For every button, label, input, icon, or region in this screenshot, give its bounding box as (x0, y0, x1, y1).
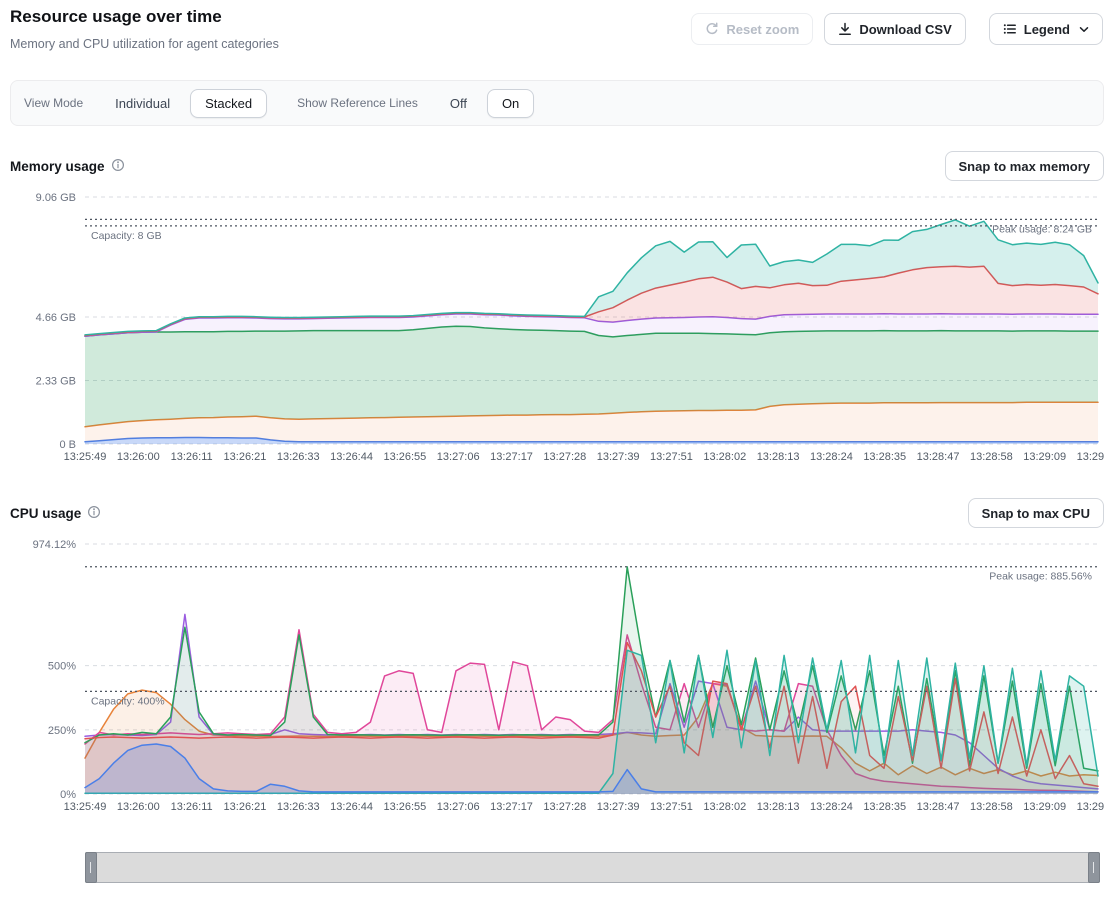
x-axis-tick-label: 13:28:47 (917, 801, 960, 813)
x-axis-tick-label: 13:27:06 (437, 451, 480, 463)
x-axis-tick-label: 13:27:17 (490, 451, 533, 463)
x-axis-tick-label: 13:28:58 (970, 451, 1013, 463)
y-axis-tick-label: 974.12% (33, 539, 77, 551)
snap-to-max-cpu-button[interactable]: Snap to max CPU (968, 498, 1104, 528)
brush-handle-right[interactable] (1088, 852, 1100, 883)
download-csv-button[interactable]: Download CSV (824, 13, 965, 45)
cpu-chart-svg: 0% 250% 500% 974.12% 13:25:49 13:26:00 13:26:1… (10, 533, 1104, 820)
x-axis-tick-label: 13:29:24 (1077, 801, 1104, 813)
memory-chart-svg: 0 B 2.33 GB 4.66 GB 9.06 GB 13:25:49 13:26:00… (10, 186, 1104, 470)
x-axis-tick-label: 13:25:49 (64, 801, 107, 813)
reference-line-label: Capacity: 8 GB (91, 230, 162, 242)
reference-lines-label: Show Reference Lines (297, 96, 418, 110)
x-axis-tick-label: 13:26:55 (383, 801, 426, 813)
view-mode-stacked-option[interactable]: Stacked (190, 89, 267, 118)
list-icon (1003, 22, 1017, 36)
x-axis-tick-label: 13:28:24 (810, 801, 853, 813)
x-axis-tick-label: 13:28:13 (757, 801, 800, 813)
page-subtitle: Memory and CPU utilization for agent cat… (10, 37, 279, 51)
reset-zoom-button[interactable]: Reset zoom (691, 13, 813, 45)
brush-handle-left[interactable] (85, 852, 97, 883)
snap-to-max-memory-button[interactable]: Snap to max memory (945, 151, 1105, 181)
x-axis-tick-label: 13:27:51 (650, 451, 693, 463)
chart-controls-bar: View Mode Individual Stacked Show Refere… (10, 80, 1104, 126)
x-axis-tick-label: 13:27:39 (597, 801, 640, 813)
reference-line-label: Peak usage: 885.56% (989, 571, 1092, 583)
y-axis-tick-label: 4.66 GB (36, 312, 76, 324)
refresh-icon (705, 22, 719, 36)
x-axis-tick-label: 13:28:47 (917, 451, 960, 463)
info-icon[interactable] (87, 505, 101, 522)
x-axis-tick-label: 13:29:09 (1023, 801, 1066, 813)
x-axis-tick-label: 13:28:13 (757, 451, 800, 463)
x-axis-tick-label: 13:27:28 (543, 801, 586, 813)
x-axis-tick-label: 13:26:33 (277, 451, 320, 463)
cpu-usage-chart[interactable]: 0% 250% 500% 974.12% 13:25:49 13:26:00 13:26:1… (10, 533, 1104, 820)
x-axis-tick-label: 13:25:49 (64, 451, 107, 463)
x-axis-tick-label: 13:26:11 (171, 451, 213, 463)
x-axis-tick-label: 13:27:06 (437, 801, 480, 813)
time-range-brush[interactable] (85, 852, 1100, 883)
x-axis-tick-label: 13:26:11 (171, 801, 213, 813)
memory-usage-chart[interactable]: 0 B 2.33 GB 4.66 GB 9.06 GB 13:25:49 13:26:00… (10, 186, 1104, 470)
chevron-down-icon (1079, 26, 1089, 33)
header-actions: Reset zoom Download CSV Legend (691, 13, 1103, 45)
x-axis-tick-label: 13:27:17 (490, 801, 533, 813)
legend-button[interactable]: Legend (989, 13, 1103, 45)
x-axis-tick-label: 13:26:55 (383, 451, 426, 463)
x-axis-tick-label: 13:26:21 (224, 801, 267, 813)
x-axis-tick-label: 13:29:24 (1077, 451, 1104, 463)
reference-lines-off-option[interactable]: Off (444, 92, 473, 115)
x-axis-tick-label: 13:28:58 (970, 801, 1013, 813)
x-axis-tick-label: 13:26:33 (277, 801, 320, 813)
x-axis-tick-label: 13:28:24 (810, 451, 853, 463)
reference-line-label: Capacity: 400% (91, 695, 165, 707)
memory-section-title: Memory usage (10, 159, 105, 174)
x-axis-tick-label: 13:29:09 (1023, 451, 1066, 463)
x-axis-tick-label: 13:26:00 (117, 451, 160, 463)
x-axis-tick-label: 13:27:39 (597, 451, 640, 463)
cpu-section-header: CPU usage Snap to max CPU (10, 497, 1104, 529)
cpu-section-title: CPU usage (10, 506, 81, 521)
y-axis-tick-label: 0 B (59, 439, 76, 451)
memory-section-header: Memory usage Snap to max memory (10, 150, 1104, 182)
x-axis-tick-label: 13:28:02 (703, 451, 746, 463)
page-title: Resource usage over time (10, 7, 222, 27)
y-axis-tick-label: 9.06 GB (36, 192, 76, 204)
x-axis-tick-label: 13:28:35 (863, 451, 906, 463)
download-icon (838, 22, 852, 36)
y-axis-tick-label: 500% (48, 661, 76, 673)
x-axis-tick-label: 13:26:00 (117, 801, 160, 813)
info-icon[interactable] (111, 158, 125, 175)
reference-lines-on-option[interactable]: On (487, 89, 534, 118)
x-axis-tick-label: 13:27:28 (543, 451, 586, 463)
resource-usage-page: Resource usage over time Memory and CPU … (0, 0, 1116, 906)
x-axis-tick-label: 13:26:44 (330, 451, 373, 463)
y-axis-tick-label: 2.33 GB (36, 375, 76, 387)
x-axis-tick-label: 13:28:35 (863, 801, 906, 813)
view-mode-individual-option[interactable]: Individual (109, 92, 176, 115)
y-axis-tick-label: 0% (60, 789, 76, 801)
x-axis-tick-label: 13:26:44 (330, 801, 373, 813)
y-axis-tick-label: 250% (48, 725, 76, 737)
view-mode-label: View Mode (24, 96, 83, 110)
x-axis-tick-label: 13:28:02 (703, 801, 746, 813)
x-axis-tick-label: 13:26:21 (224, 451, 267, 463)
x-axis-tick-label: 13:27:51 (650, 801, 693, 813)
reference-line-label: Peak usage: 8.24 GB (992, 223, 1092, 235)
